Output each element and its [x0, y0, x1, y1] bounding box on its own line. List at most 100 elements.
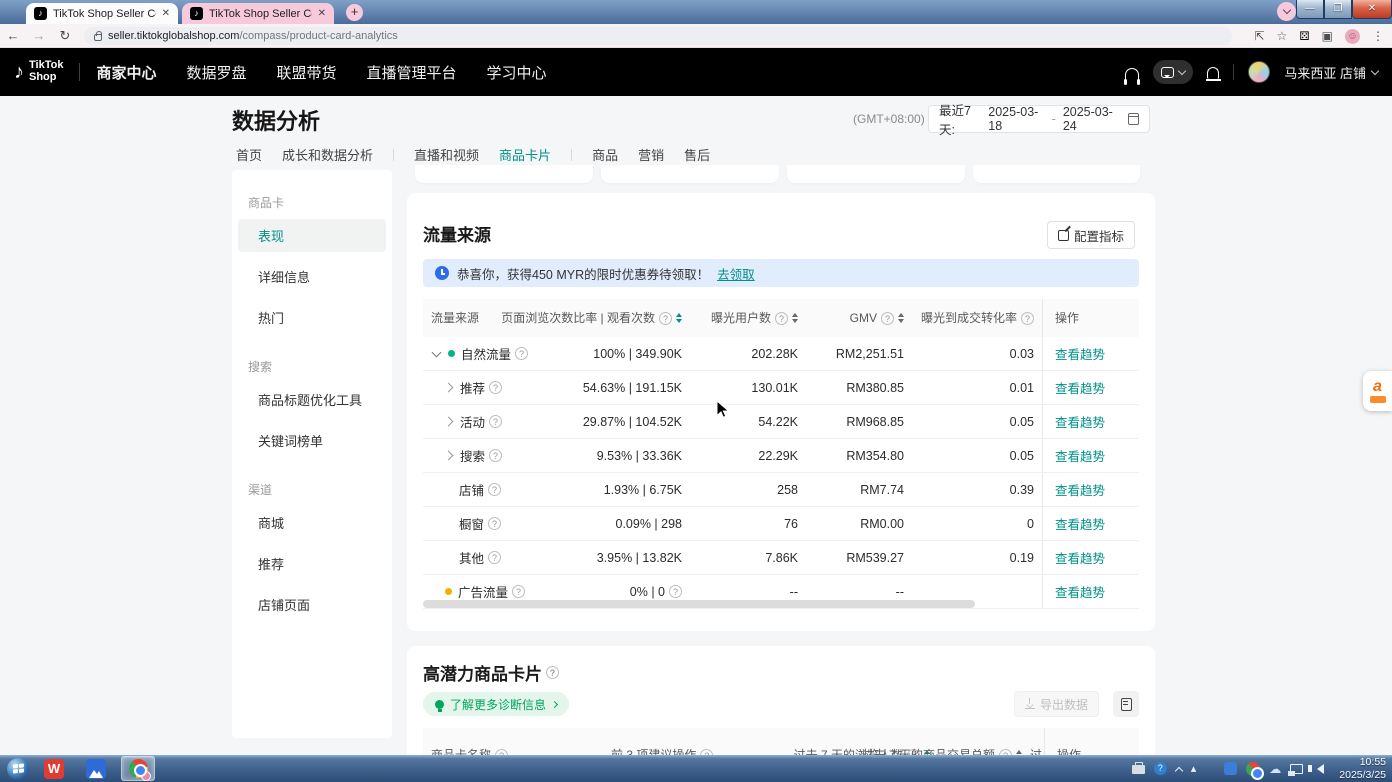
tray-briefcase-icon[interactable]	[1132, 765, 1145, 774]
minimize-button[interactable]: —	[1296, 0, 1324, 19]
taskbar-app-chrome[interactable]	[121, 756, 155, 781]
help-icon[interactable]: ?	[881, 312, 894, 325]
support-headset-icon[interactable]	[1125, 68, 1139, 80]
volume-icon[interactable]	[1312, 764, 1324, 774]
view-trend-link[interactable]: 查看趋势	[1055, 446, 1105, 465]
browser-tab-1[interactable]: ♪ TikTok Shop Seller Center | Cr ✕	[26, 3, 178, 24]
sidebar-item-title-optimizer[interactable]: 商品标题优化工具	[238, 383, 386, 416]
sidebar-item-hot[interactable]: 热门	[238, 301, 386, 334]
browser-tab-2[interactable]: ♪ TikTok Shop Seller Center | Cr ✕	[182, 3, 334, 24]
configure-metrics-button[interactable]: 配置指标	[1047, 221, 1135, 249]
help-icon[interactable]: ?	[659, 312, 672, 325]
tray-chrome-icon[interactable]	[1246, 762, 1260, 776]
sort-icon[interactable]	[676, 313, 682, 323]
export-data-button[interactable]: 导出数据	[1014, 691, 1099, 717]
help-icon[interactable]: ?	[669, 585, 682, 598]
restore-button[interactable]: ❐	[1324, 0, 1352, 19]
help-icon[interactable]: ?	[488, 517, 501, 530]
help-icon[interactable]: ?	[489, 381, 502, 394]
tab-search-chevron-icon[interactable]	[1277, 2, 1296, 21]
view-trend-link[interactable]: 查看趋势	[1055, 480, 1105, 499]
sidebar-item-details[interactable]: 详细信息	[238, 260, 386, 293]
extensions-puzzle-icon[interactable]: ⚄	[1299, 29, 1309, 43]
share-icon[interactable]: ⇱	[1254, 29, 1264, 43]
tray-cloud-icon[interactable]: ☁	[1269, 762, 1281, 776]
notifications-bell-icon[interactable]	[1207, 67, 1219, 79]
claim-coupon-link[interactable]: 去领取	[717, 264, 755, 283]
clock[interactable]: 10:55 2025/3/25	[1339, 756, 1386, 781]
view-trend-link[interactable]: 查看趋势	[1055, 548, 1105, 567]
address-bar[interactable]: seller.tiktokglobalshop.com/compass/prod…	[84, 27, 1232, 45]
col-exposed-users[interactable]: 曝光用户数?	[690, 311, 806, 326]
reload-button[interactable]: ↻	[52, 28, 78, 44]
view-trend-link[interactable]: 查看趋势	[1055, 514, 1105, 533]
help-icon[interactable]: ?	[512, 585, 525, 598]
horizontal-scrollbar[interactable]	[423, 600, 975, 608]
menu-dots-icon[interactable]: ⋮	[1372, 29, 1384, 43]
start-button[interactable]	[7, 758, 29, 780]
help-icon[interactable]: ?	[1021, 312, 1034, 325]
sidebar-item-keyword-ranking[interactable]: 关键词榜单	[238, 424, 386, 457]
view-trend-link[interactable]: 查看趋势	[1055, 378, 1105, 397]
tray-up-chevron-icon[interactable]	[1175, 766, 1183, 774]
chevron-down-icon[interactable]	[432, 348, 442, 358]
chevron-right-icon[interactable]	[444, 417, 454, 427]
help-icon[interactable]: ?	[515, 347, 528, 360]
tab-home[interactable]: 首页	[236, 145, 262, 164]
store-switcher[interactable]: 马来西亚 店铺	[1284, 63, 1378, 82]
help-icon[interactable]: ?	[489, 449, 502, 462]
date-range-picker[interactable]: 最近7天: 2025-03-18 - 2025-03-24	[928, 105, 1150, 133]
nav-item-live-manager[interactable]: 直播管理平台	[366, 62, 456, 83]
tab-aftersales[interactable]: 售后	[684, 145, 710, 164]
nav-item-data-compass[interactable]: 数据罗盘	[186, 62, 246, 83]
diagnosis-link[interactable]: 了解更多诊断信息	[423, 692, 569, 716]
tab-growth[interactable]: 成长和数据分析	[282, 145, 373, 164]
sort-icon[interactable]	[792, 313, 798, 323]
chevron-right-icon[interactable]	[444, 383, 454, 393]
help-icon[interactable]: ?	[489, 415, 502, 428]
help-icon[interactable]: ?	[775, 312, 788, 325]
store-avatar[interactable]	[1248, 61, 1270, 83]
taskbar-app-m[interactable]	[79, 756, 113, 781]
chevron-right-icon[interactable]	[444, 451, 454, 461]
show-hidden-icons[interactable]: ▴	[1191, 762, 1197, 775]
sidebar-item-recommend[interactable]: 推荐	[238, 547, 386, 580]
new-tab-button[interactable]: +	[346, 4, 363, 21]
network-icon[interactable]	[1290, 764, 1303, 774]
tab-marketing[interactable]: 营销	[638, 145, 664, 164]
nav-item-learning-center[interactable]: 学习中心	[487, 62, 547, 83]
view-trend-link[interactable]: 查看趋势	[1055, 344, 1105, 363]
forward-button[interactable]: →	[26, 28, 52, 43]
tray-help-icon[interactable]: ?	[1154, 762, 1167, 775]
sidebar-item-shop-page[interactable]: 店铺页面	[238, 588, 386, 621]
col-gmv[interactable]: GMV?	[806, 311, 912, 326]
tray-blue-app-icon[interactable]	[1224, 762, 1237, 775]
nav-item-affiliate[interactable]: 联盟带货	[276, 62, 336, 83]
tab-product[interactable]: 商品	[592, 145, 618, 164]
floating-promo-widget[interactable]: a	[1363, 371, 1392, 411]
nav-item-seller-center[interactable]: 商家中心	[96, 62, 156, 83]
close-button[interactable]: ✕	[1352, 0, 1392, 19]
report-doc-button[interactable]	[1113, 691, 1139, 717]
col-pageviews[interactable]: 页面浏览次数比率 | 观看次数?	[576, 311, 690, 326]
view-trend-link[interactable]: 查看趋势	[1055, 582, 1105, 601]
help-icon[interactable]: ?	[546, 666, 559, 679]
tab-product-card[interactable]: 商品卡片	[499, 145, 551, 164]
back-button[interactable]: ←	[0, 28, 26, 43]
view-trend-link[interactable]: 查看趋势	[1055, 412, 1105, 431]
col-conversion[interactable]: 曝光到成交转化率?	[912, 311, 1042, 326]
tab-close-icon[interactable]: ✕	[162, 8, 170, 19]
tab-close-icon[interactable]: ✕	[318, 8, 326, 19]
profile-avatar[interactable]: ☺	[1345, 29, 1360, 44]
bookmark-star-icon[interactable]: ☆	[1276, 29, 1287, 43]
help-icon[interactable]: ?	[488, 551, 501, 564]
tab-live-video[interactable]: 直播和视频	[414, 145, 479, 164]
help-icon[interactable]: ?	[488, 483, 501, 496]
language-selector[interactable]	[1153, 60, 1193, 84]
sidebar-item-mall[interactable]: 商城	[238, 506, 386, 539]
side-panel-icon[interactable]: ▣	[1322, 29, 1333, 43]
taskbar-app-wps[interactable]: W	[37, 756, 71, 781]
sort-icon[interactable]	[898, 313, 904, 323]
sidebar-item-performance[interactable]: 表现	[238, 219, 386, 252]
tiktok-shop-logo[interactable]: ♪ TikTok Shop	[14, 60, 63, 83]
